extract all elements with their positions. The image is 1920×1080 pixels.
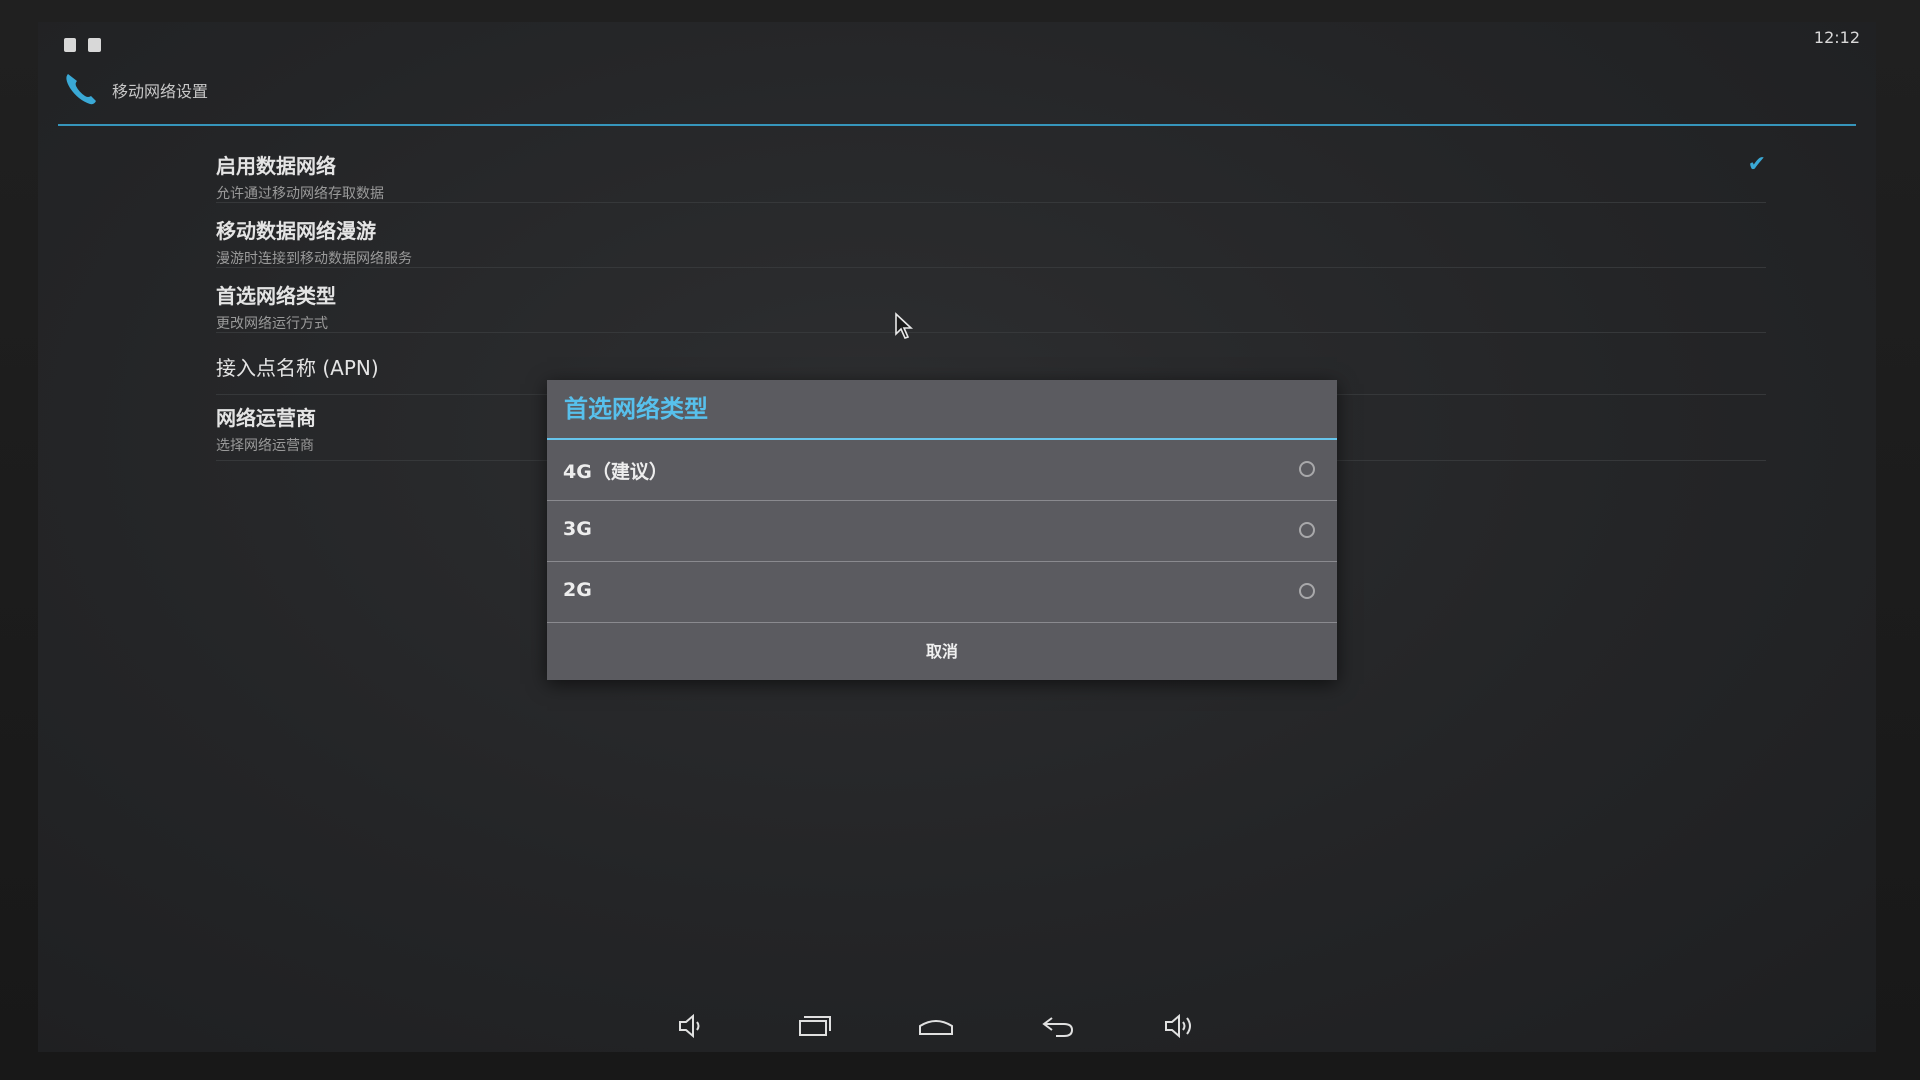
network-type-dialog: 首选网络类型 4G（建议） 3G 2G 取消	[547, 380, 1337, 680]
list-divider	[216, 332, 1766, 333]
action-bar: 移动网络设置	[38, 52, 1876, 126]
option-4g[interactable]: 4G（建议）	[547, 440, 1337, 501]
option-label: 3G	[563, 518, 592, 540]
pref-summary: 漫游时连接到移动数据网络服务	[216, 251, 412, 267]
list-divider	[216, 202, 1766, 203]
option-2g[interactable]: 2G	[547, 562, 1337, 623]
pref-summary: 更改网络运行方式	[216, 316, 328, 332]
mouse-cursor-icon	[895, 312, 914, 339]
pref-title: 移动数据网络漫游	[216, 219, 376, 243]
list-divider	[216, 267, 1766, 268]
pref-title: 首选网络类型	[216, 284, 336, 308]
action-bar-title: 移动网络设置	[112, 82, 209, 101]
navigation-bar	[38, 1000, 1876, 1052]
pref-network-type[interactable]: 首选网络类型 更改网络运行方式	[216, 280, 1796, 333]
recent-apps-icon[interactable]	[794, 1008, 834, 1044]
radio-button-icon[interactable]	[1299, 583, 1315, 599]
pref-enable-data[interactable]: 启用数据网络 允许通过移动网络存取数据	[216, 150, 1796, 203]
pref-summary: 允许通过移动网络存取数据	[216, 186, 384, 202]
pref-title: 接入点名称 (APN)	[216, 356, 379, 380]
phone-icon[interactable]	[60, 68, 100, 108]
option-label: 4G（建议）	[563, 461, 668, 483]
notification-icon	[88, 38, 101, 52]
volume-down-icon[interactable]	[672, 1008, 712, 1044]
volume-up-icon[interactable]	[1160, 1008, 1200, 1044]
pref-apn[interactable]: 接入点名称 (APN)	[216, 352, 1796, 381]
checkmark-icon[interactable]: ✔	[1748, 152, 1766, 177]
radio-button-icon[interactable]	[1299, 522, 1315, 538]
status-bar: 12:12	[38, 22, 1876, 52]
pref-data-roaming[interactable]: 移动数据网络漫游 漫游时连接到移动数据网络服务	[216, 215, 1796, 268]
option-3g[interactable]: 3G	[547, 501, 1337, 562]
radio-button-icon[interactable]	[1299, 461, 1315, 477]
pref-title: 启用数据网络	[216, 154, 336, 178]
action-bar-divider	[58, 124, 1856, 126]
status-clock: 12:12	[1813, 28, 1860, 47]
dialog-title: 首选网络类型	[547, 380, 1337, 440]
cancel-button[interactable]: 取消	[547, 624, 1337, 680]
notification-icon	[64, 38, 76, 52]
back-icon[interactable]	[1038, 1008, 1078, 1044]
option-label: 2G	[563, 579, 592, 601]
home-icon[interactable]	[916, 1008, 956, 1044]
android-screen: 12:12 移动网络设置 启用数据网络 允许通过移动网络存取数据 ✔ 移动数据网…	[38, 22, 1876, 1052]
